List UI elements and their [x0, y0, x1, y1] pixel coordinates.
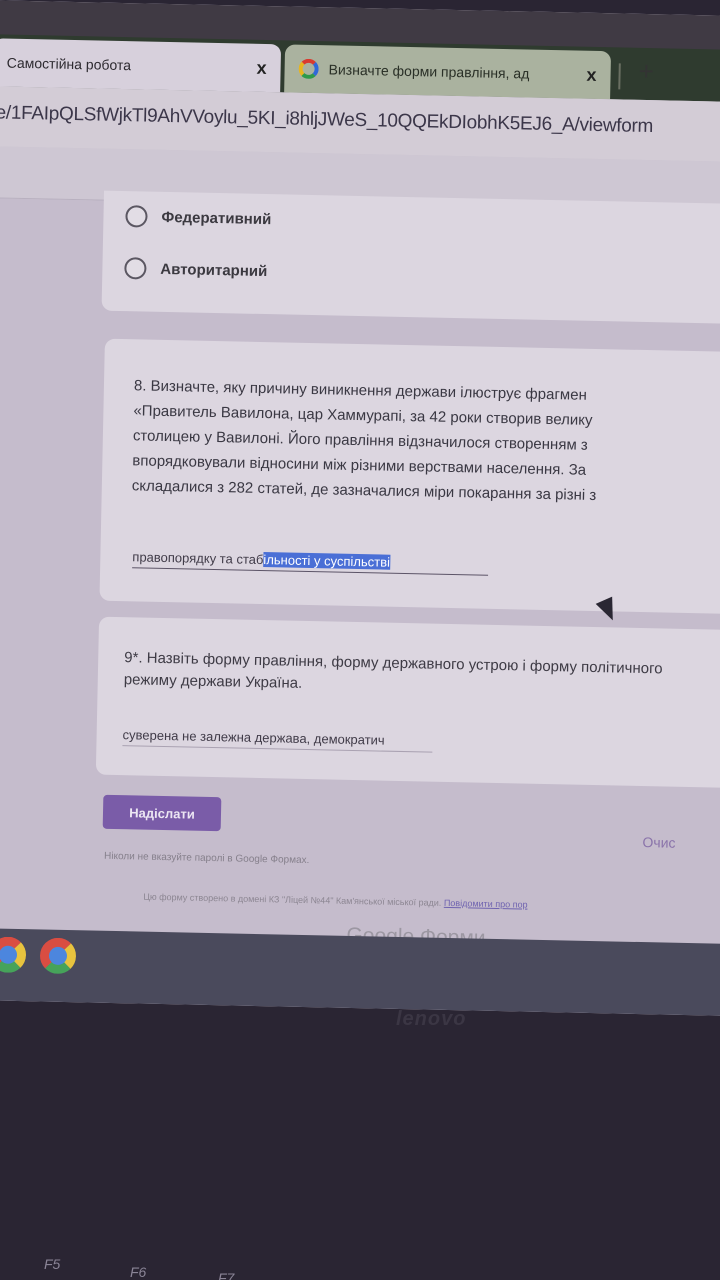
key-f7: F7 — [218, 1270, 235, 1280]
question-7-card: Федеративний Авторитарний — [101, 190, 720, 325]
question-9-text: 9*. Назвіть форму правління, форму держа… — [123, 649, 663, 692]
option-authoritarian[interactable]: Авторитарний — [124, 257, 267, 282]
monitor-screen: Самостійна робота x Визначте форми правл… — [0, 0, 720, 1017]
selected-text: ільності у суспільстві — [263, 552, 391, 570]
answer-text: правопорядку та стаб — [132, 549, 264, 568]
tab-google-search[interactable]: Визначте форми правління, ад x — [284, 44, 612, 100]
close-icon[interactable]: x — [256, 57, 266, 78]
domain-note-text: Цю форму створено в домені КЗ "Ліцей №44… — [143, 891, 442, 908]
tab-label: Самостійна робота — [6, 54, 132, 74]
radio-button[interactable] — [125, 205, 148, 228]
question-8-text: 8. Визначте, яку причину виникнення держ… — [132, 373, 720, 511]
submit-button[interactable]: Надіслати — [102, 794, 222, 832]
chrome-icon[interactable] — [39, 937, 77, 975]
option-label: Федеративний — [161, 208, 272, 228]
tab-samostiyna-robota[interactable]: Самостійна робота x — [0, 38, 282, 93]
cursor-icon — [595, 596, 622, 624]
option-label: Авторитарний — [160, 260, 268, 280]
chrome-icon[interactable] — [0, 936, 27, 974]
close-icon[interactable]: x — [586, 64, 596, 85]
password-warning: Ніколи не вказуйте паролі в Google Форма… — [103, 850, 310, 867]
radio-button[interactable] — [124, 257, 147, 280]
domain-note: Цю форму створено в домені КЗ "Ліцей №44… — [143, 892, 527, 910]
url-text[interactable]: e/1FAIpQLSfWjkTl9AhVVoylu_5KI_i8hljJWeS_… — [0, 102, 653, 138]
form-page: Федеративний Авторитарний 8. Визначте, я… — [0, 190, 720, 975]
answer-8-input[interactable]: правопорядку та стабільності у суспільст… — [132, 549, 489, 576]
option-federative[interactable]: Федеративний — [125, 205, 271, 230]
question-8-card: 8. Визначте, яку причину виникнення держ… — [99, 338, 720, 624]
clear-form-button[interactable]: Очис — [642, 834, 675, 851]
report-abuse-link[interactable]: Повідомити про пор — [444, 898, 528, 910]
tab-divider — [618, 63, 621, 90]
tab-label: Визначте форми правління, ад — [328, 61, 530, 82]
question-9-card: 9*. Назвіть форму правління, форму держа… — [95, 616, 720, 788]
google-icon — [298, 58, 319, 80]
answer-9-input[interactable]: суверена не залежна держава, демократич — [122, 727, 433, 753]
laptop-brand-logo: lenovo — [396, 1008, 467, 1030]
taskbar — [0, 927, 720, 1017]
key-f5: F5 — [44, 1256, 61, 1272]
key-f6: F6 — [130, 1264, 147, 1280]
new-tab-button[interactable]: + — [638, 56, 654, 87]
